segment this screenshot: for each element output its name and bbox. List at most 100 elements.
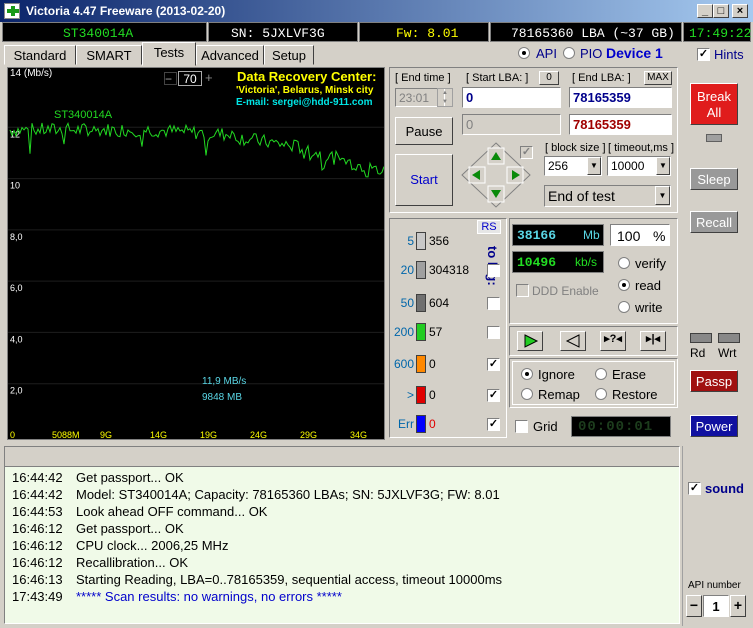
play-icon[interactable] [517,331,543,351]
stat-log-checkbox[interactable]: ✓ [487,389,500,402]
seek-checkbox[interactable]: ✓ [520,146,533,159]
stat-count: 57 [429,325,443,339]
x-tick-label: 14G [150,430,167,440]
end-lba-input[interactable]: 78165359 [569,87,672,108]
minimize-button[interactable]: _ [697,4,713,18]
rewind-icon[interactable] [560,331,586,351]
start-lba-zero-button[interactable]: 0 [539,71,559,85]
stat-log-checkbox[interactable] [487,326,500,339]
api-number-plus[interactable]: + [730,595,746,617]
window-title: Victoria 4.47 Freeware (2013-02-20) [26,4,226,18]
log-row: 16:46:13 Starting Reading, LBA=0..7816535… [8,571,678,588]
log-time: 16:46:12 [12,555,63,570]
ignore-radio[interactable] [521,368,533,380]
remap-radio[interactable] [521,388,533,400]
pio-label: PIO [580,46,603,61]
verify-radio[interactable] [618,257,630,269]
recall-button[interactable]: Recall [690,211,738,233]
sleep-button[interactable]: Sleep [690,168,738,190]
sound-checkbox[interactable]: ✓ [688,482,701,495]
app-icon [4,3,20,19]
api-number-minus[interactable]: − [686,595,702,617]
stat-label: 50 [400,296,414,310]
tab-setup[interactable]: Setup [264,45,314,65]
tab-advanced[interactable]: Advanced [196,45,264,65]
stat-log-checkbox[interactable]: ✓ [487,358,500,371]
lba-text: 78165360 LBA (~37 GB) [511,26,675,41]
timer-value: 00:00:01 [578,419,654,435]
start-lba-input[interactable]: 0 [462,87,561,108]
close-button[interactable]: × [732,4,748,18]
y-tick-label: 8,0 [10,232,23,242]
end-action-select[interactable]: End of test [544,185,671,207]
x-tick-label: 9G [100,430,112,440]
speed-trace [9,122,384,178]
ddd-checkbox[interactable] [516,284,529,297]
drc-title: Data Recovery Center: [237,69,377,84]
start-button[interactable]: Start [395,154,453,206]
grid-label: Grid [533,419,558,434]
pio-radio[interactable] [563,47,575,59]
drive-trace-label: ST340014A [54,109,113,121]
read-radio[interactable] [618,279,630,291]
passport-button[interactable]: Passp [690,370,738,392]
stat-log-checkbox[interactable] [487,297,500,310]
tab-tests[interactable]: Tests [142,42,196,66]
stat-count: 304318 [429,263,470,277]
wrt-label: Wrt [718,346,737,360]
break-all-button[interactable]: Break All [690,83,738,125]
tab-smart[interactable]: SMART [76,45,142,65]
write-radio[interactable] [618,301,630,313]
graph-size: 9848 MB [202,392,243,403]
mb-value: 38166 [517,228,557,243]
zoom-value[interactable]: 70 [178,71,202,86]
end-time-spinner[interactable]: ▲ ▼ [437,88,453,107]
speed-value: 10496 [517,255,557,270]
pause-button[interactable]: Pause [395,117,453,145]
log-row: 16:46:12 Recallibration... OK [8,554,678,571]
log-time: 17:43:49 [12,589,63,604]
end-lba-max-button[interactable]: MAX [644,71,672,85]
reset-stats-button[interactable]: RS [477,220,501,234]
stat-log-checkbox[interactable]: ✓ [487,418,500,431]
grid-checkbox[interactable] [515,420,528,433]
stat-color-bar [416,415,426,433]
mb-display: 38166 Mb [512,224,604,246]
clock-text: 17:49:22 [689,26,752,41]
rd-label: Rd [690,346,706,360]
y-tick-label: 4,0 [10,334,23,344]
restore-radio[interactable] [595,388,607,400]
erase-radio[interactable] [595,368,607,380]
log-message: Get passport... OK [76,521,184,536]
stat-count: 356 [429,234,450,248]
skip-end-icon[interactable]: ▸|◂ [640,331,666,351]
drc-address: 'Victoria', Belarus, Minsk city [236,85,374,96]
lba-status: 78165360 LBA (~37 GB) [490,22,682,42]
current-lba-field: 0 [462,114,561,135]
zoom-minus-button[interactable]: − [164,72,177,85]
graph-canvas: 12108,06,04,02,00 5088M 9G 14G 19G 24G 29G 34G [8,122,384,440]
stat-log-checkbox[interactable] [487,264,500,277]
timeout-dropdown-icon[interactable]: ▼ [656,157,670,175]
model-text: ST340014A [63,26,134,41]
random-seek-icon[interactable]: ▸?◂ [600,331,626,351]
hints-checkbox[interactable]: ✓ [697,48,710,61]
title-bar: Victoria 4.47 Freeware (2013-02-20) _ □ … [0,0,753,22]
speed-display: 10496 kb/s [512,251,604,273]
api-radio[interactable] [518,47,530,59]
percent-value: 100 [617,228,641,244]
log-message: CPU clock... 2006,25 MHz [76,538,229,553]
log-time: 16:44:42 [12,487,63,502]
end-action-dropdown-icon[interactable]: ▼ [655,186,670,205]
hints-label: Hints [714,47,744,62]
model-status: ST340014A [2,22,207,42]
log-message: ***** Scan results: no warnings, no erro… [76,589,342,604]
block-size-dropdown-icon[interactable]: ▼ [587,157,601,175]
tab-standard[interactable]: Standard [4,45,76,65]
zoom-plus-button[interactable]: + [205,70,213,85]
api-number-value[interactable]: 1 [703,595,729,617]
mb-unit: Mb [583,228,600,242]
power-button[interactable]: Power [690,415,738,437]
maximize-button[interactable]: □ [713,4,729,18]
start-lba-label: [ Start LBA: ] [466,72,529,84]
